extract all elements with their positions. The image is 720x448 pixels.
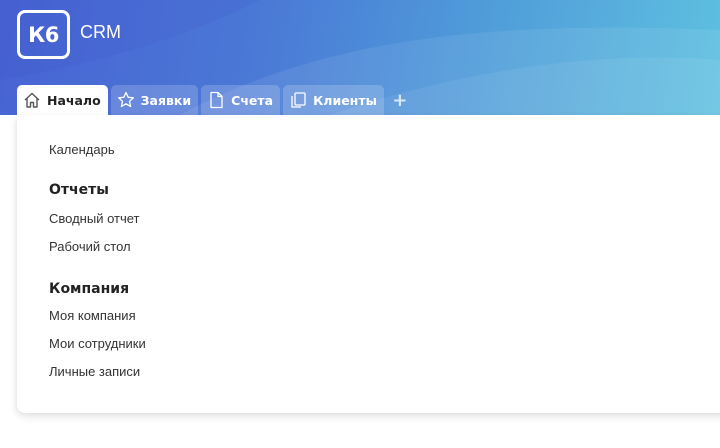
logo[interactable]: К6 [17, 10, 70, 59]
home-menu-panel: Календарь Отчеты Сводный отчет Рабочий с… [17, 115, 720, 413]
copy-icon [291, 92, 306, 108]
star-icon [117, 91, 134, 108]
document-icon [210, 91, 223, 109]
section-heading-reports: Отчеты [49, 182, 109, 198]
tab-bar: Начало Заявки Счета Клиенты + [17, 85, 411, 115]
tab-label: Счета [231, 92, 274, 108]
tab-requests[interactable]: Заявки [110, 85, 199, 115]
menu-link-calendar[interactable]: Календарь [49, 142, 115, 157]
tab-invoices[interactable]: Счета [201, 85, 281, 115]
menu-link-my-company[interactable]: Моя компания [49, 308, 136, 323]
section-heading-company: Компания [49, 281, 130, 297]
tab-label: Клиенты [313, 92, 377, 108]
tab-clients[interactable]: Клиенты [283, 85, 384, 115]
menu-link-summary-report[interactable]: Сводный отчет [49, 211, 140, 226]
menu-link-my-employees[interactable]: Мои сотрудники [49, 336, 146, 351]
menu-link-personal-notes[interactable]: Личные записи [49, 364, 140, 379]
app-title: CRM [80, 22, 121, 42]
add-tab-button[interactable]: + [389, 85, 411, 115]
home-icon [24, 92, 40, 108]
menu-link-desktop[interactable]: Рабочий стол [49, 239, 131, 254]
tab-home[interactable]: Начало [17, 85, 108, 115]
tab-label: Начало [47, 92, 101, 108]
header: К6 CRM Начало Заявки Счета Клиенты + [0, 0, 720, 115]
tab-label: Заявки [140, 92, 192, 108]
